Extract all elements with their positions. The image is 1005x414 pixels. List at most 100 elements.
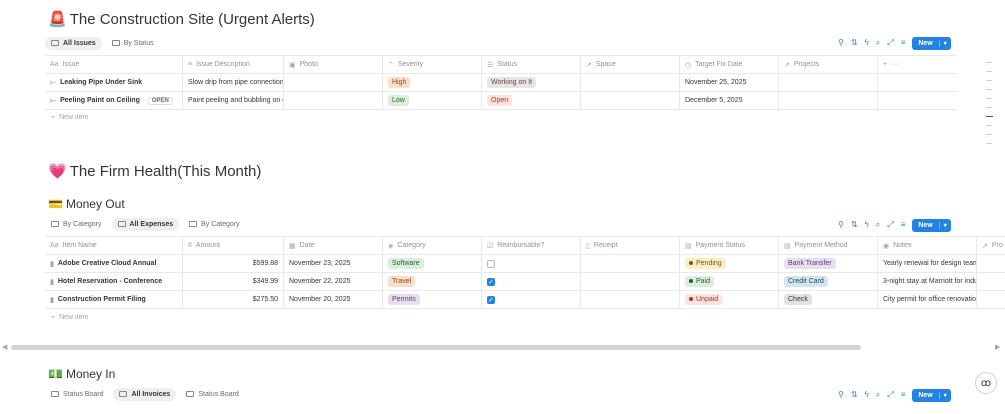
reimbursable-cell[interactable]: ✓ <box>482 291 581 308</box>
table-row[interactable]: ▮ Hotel Reservation - Conference $349.99 … <box>45 273 1005 291</box>
automation-icon[interactable]: ϟ <box>865 390 869 400</box>
date-cell[interactable]: November 20, 2025 <box>284 291 383 308</box>
col-date[interactable]: ▦ Date <box>284 237 383 254</box>
reimbursable-checkbox[interactable] <box>487 259 495 268</box>
reimbursable-checkbox[interactable]: ✓ <box>487 277 495 286</box>
tab-status-board[interactable]: Status Board <box>45 388 109 401</box>
date-cell[interactable]: November 22, 2025 <box>284 273 383 290</box>
item-name-cell[interactable]: ▮ Adobe Creative Cloud Annual <box>45 255 183 272</box>
table-row[interactable]: ▮ Construction Permit Filing $275.50 Nove… <box>45 291 1005 309</box>
col-issue[interactable]: Aa Issue <box>45 56 183 73</box>
settings-icon[interactable]: ≡ <box>901 220 906 230</box>
automation-icon[interactable]: ϟ <box>865 220 869 230</box>
sort-icon[interactable]: ⇅ <box>851 38 858 48</box>
add-column[interactable]: + ··· <box>878 56 957 73</box>
payment-status-cell[interactable]: Pending <box>680 255 779 272</box>
tab-status-board-2[interactable]: Status Board <box>180 388 244 401</box>
date-cell[interactable]: December 5, 2025 <box>680 92 779 109</box>
search-icon[interactable]: ⌕ <box>876 390 880 400</box>
project-cell[interactable] <box>977 273 1005 290</box>
category-cell[interactable]: Permits <box>383 291 482 308</box>
item-name-cell[interactable]: ▮ Construction Permit Filing <box>45 291 183 308</box>
automation-icon[interactable]: ϟ <box>865 38 869 48</box>
payment-status-cell[interactable]: Paid <box>680 273 779 290</box>
search-icon[interactable]: ⌕ <box>876 220 880 230</box>
status-cell[interactable]: Working on It <box>482 74 581 91</box>
space-cell[interactable] <box>581 74 680 91</box>
project-cell[interactable] <box>977 255 1005 272</box>
description-cell[interactable]: Slow drip from pipe connection <box>183 74 284 91</box>
new-item-row[interactable]: + New item <box>51 114 88 121</box>
col-notes[interactable]: ◉ Notes <box>878 237 977 254</box>
payment-method-cell[interactable]: Credit Card <box>779 273 878 290</box>
filter-icon[interactable]: ⚲ <box>838 220 844 230</box>
open-button[interactable]: OPEN <box>147 96 173 105</box>
outline-ruler[interactable] <box>986 62 993 152</box>
filter-icon[interactable]: ⚲ <box>838 38 844 48</box>
col-photo[interactable]: ▣ Photo <box>284 56 383 73</box>
category-cell[interactable]: Travel <box>383 273 482 290</box>
payment-method-cell[interactable]: Bank Transfer <box>779 255 878 272</box>
scroll-left-icon[interactable]: ◀ <box>2 343 7 351</box>
reimbursable-cell[interactable] <box>482 255 581 272</box>
date-cell[interactable]: November 23, 2025 <box>284 255 383 272</box>
col-amount[interactable]: # Amount <box>183 237 284 254</box>
tab-all-issues[interactable]: All Issues <box>45 36 102 50</box>
col-space[interactable]: ↗ Space <box>581 56 680 73</box>
search-icon[interactable]: ⌕ <box>876 38 880 48</box>
severity-cell[interactable]: Low <box>383 92 482 109</box>
new-button[interactable]: New ▾ <box>912 218 951 232</box>
expand-icon[interactable]: ⤢ <box>887 390 893 400</box>
severity-cell[interactable]: High <box>383 74 482 91</box>
col-severity[interactable]: ⌃ Severity <box>383 56 482 73</box>
settings-icon[interactable]: ≡ <box>901 38 906 48</box>
horizontal-scrollbar[interactable] <box>11 345 861 350</box>
amount-cell[interactable]: $275.50 <box>183 291 284 308</box>
scroll-right-icon[interactable]: ▶ <box>995 343 1000 351</box>
receipt-cell[interactable] <box>581 273 680 290</box>
col-payment-method[interactable]: ▤ Payment Method <box>779 237 878 254</box>
issue-cell[interactable]: ⊢ Leaking Pipe Under Sink <box>45 74 183 91</box>
tab-all-expenses[interactable]: All Expenses <box>111 217 180 231</box>
issue-cell[interactable]: ⊢ Peeling Paint on Ceiling OPEN <box>45 92 183 109</box>
plus-icon[interactable]: + <box>883 61 887 68</box>
payment-status-cell[interactable]: Unpaid <box>680 291 779 308</box>
description-cell[interactable]: Paint peeling and bubbling on c <box>183 92 284 109</box>
col-category[interactable]: ◈ Category <box>383 237 482 254</box>
status-cell[interactable]: Open <box>482 92 581 109</box>
col-target-date[interactable]: ◷ Target Fix Date <box>680 56 779 73</box>
chevron-down-icon[interactable]: ▾ <box>938 39 951 47</box>
notes-cell[interactable]: 3-night stay at Marriott for indu <box>878 273 977 290</box>
receipt-cell[interactable] <box>581 291 680 308</box>
sort-icon[interactable]: ⇅ <box>851 220 858 230</box>
photo-cell[interactable] <box>284 92 383 109</box>
settings-icon[interactable]: ≡ <box>901 390 906 400</box>
reimbursable-checkbox[interactable]: ✓ <box>487 295 495 304</box>
assistant-avatar[interactable]: ꝏ <box>975 372 997 394</box>
notes-cell[interactable]: Yearly renewal for design team c <box>878 255 977 272</box>
reimbursable-cell[interactable]: ✓ <box>482 273 581 290</box>
new-button[interactable]: New ▾ <box>912 36 951 50</box>
col-status[interactable]: ☰ Status <box>482 56 581 73</box>
more-icon[interactable]: ··· <box>891 61 898 68</box>
table-row[interactable]: ⊢ Leaking Pipe Under Sink Slow drip from … <box>45 74 957 92</box>
col-projects[interactable]: ↗ Projects <box>779 56 878 73</box>
photo-cell[interactable] <box>284 74 383 91</box>
projects-cell[interactable] <box>779 74 878 91</box>
projects-cell[interactable] <box>779 92 878 109</box>
filter-icon[interactable]: ⚲ <box>838 390 844 400</box>
sort-icon[interactable]: ⇅ <box>851 390 858 400</box>
item-name-cell[interactable]: ▮ Hotel Reservation - Conference <box>45 273 183 290</box>
table-row[interactable]: ▮ Adobe Creative Cloud Annual $599.88 Nov… <box>45 255 1005 273</box>
col-description[interactable]: ≡ Issue Description <box>183 56 284 73</box>
notes-cell[interactable]: City permit for office renovatio <box>878 291 977 308</box>
space-cell[interactable] <box>581 92 680 109</box>
receipt-cell[interactable] <box>581 255 680 272</box>
expand-icon[interactable]: ⤢ <box>887 38 893 48</box>
chevron-down-icon[interactable]: ▾ <box>938 221 951 229</box>
tab-all-invoices[interactable]: All Invoices <box>113 387 177 401</box>
date-cell[interactable]: November 25, 2025 <box>680 74 779 91</box>
col-project[interactable]: ↗ Pro <box>977 237 1005 254</box>
col-payment-status[interactable]: ▤ Payment Status <box>680 237 779 254</box>
project-cell[interactable] <box>977 291 1005 308</box>
